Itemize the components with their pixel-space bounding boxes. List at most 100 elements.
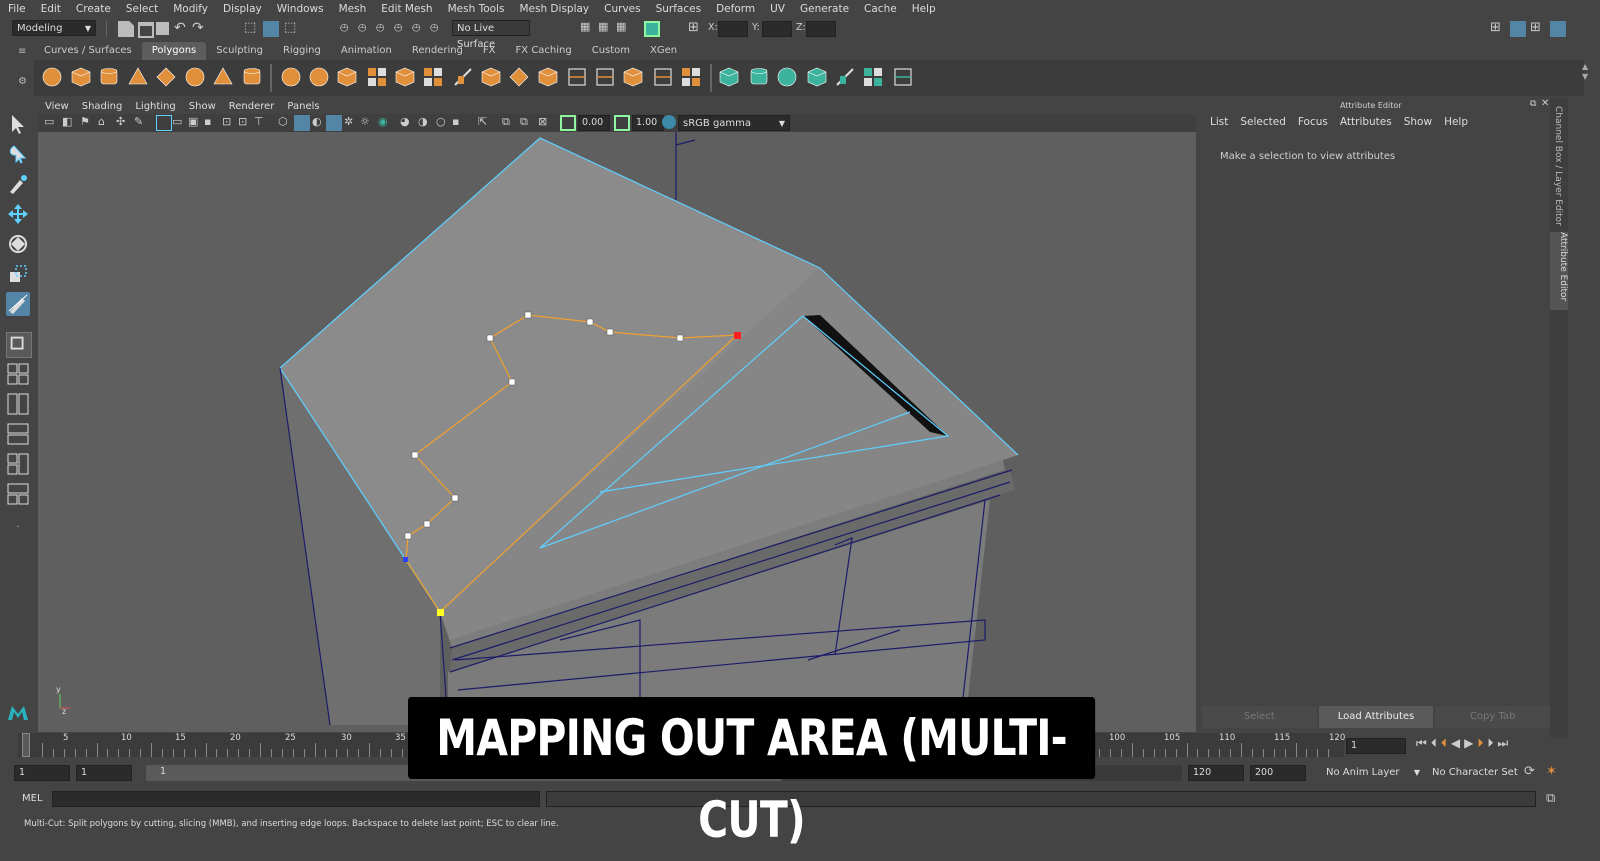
graph-editor-layout-icon[interactable] bbox=[6, 452, 30, 476]
use-all-lights-icon[interactable]: ☼ bbox=[360, 115, 370, 128]
viewport-menu-lighting[interactable]: Lighting bbox=[128, 101, 181, 112]
wireframe-icon[interactable]: ⬡ bbox=[278, 115, 288, 128]
viewport-menu-shading[interactable]: Shading bbox=[75, 101, 129, 112]
image-plane-icon[interactable]: ⌂ bbox=[98, 115, 105, 128]
transform-constraint-icon[interactable]: ⊞ bbox=[688, 20, 699, 35]
poly-cube-icon[interactable] bbox=[70, 66, 92, 88]
workspace-dropdown[interactable]: Modeling ▼ bbox=[12, 20, 96, 36]
float-panel-icon[interactable]: ⧉ bbox=[1530, 99, 1536, 109]
viewport-menu-renderer[interactable]: Renderer bbox=[222, 101, 281, 112]
go-to-start-icon[interactable]: ⏮ bbox=[1416, 736, 1431, 750]
snap-grid-icon[interactable]: ⦺ bbox=[340, 20, 348, 35]
current-time-marker[interactable] bbox=[22, 733, 30, 757]
shelf-tab-polygons[interactable]: Polygons bbox=[141, 42, 207, 60]
menu-create[interactable]: Create bbox=[68, 3, 118, 15]
resolution-gate-icon[interactable]: ▣ bbox=[188, 115, 198, 128]
shelf-tab-curves-surfaces[interactable]: Curves / Surfaces bbox=[34, 42, 142, 60]
color-management-icon[interactable] bbox=[662, 115, 676, 129]
menu-surfaces[interactable]: Surfaces bbox=[648, 3, 708, 15]
boolean-icon[interactable] bbox=[394, 66, 416, 88]
shelf-tab-fx[interactable]: FX bbox=[473, 42, 506, 60]
render-icon[interactable]: ▦ bbox=[580, 20, 590, 33]
select-button[interactable]: Select bbox=[1202, 706, 1317, 728]
save-scene-icon[interactable] bbox=[156, 22, 169, 35]
open-scene-icon[interactable] bbox=[138, 22, 154, 38]
grid-toggle-icon[interactable] bbox=[156, 115, 172, 131]
menu-windows[interactable]: Windows bbox=[269, 3, 331, 15]
poly-cylinder-icon[interactable] bbox=[98, 66, 120, 88]
safe-title-icon[interactable]: ⊤ bbox=[254, 115, 264, 128]
command-input[interactable] bbox=[52, 791, 540, 807]
go-to-end-icon[interactable]: ⏭ bbox=[1497, 736, 1512, 750]
textured-icon[interactable]: ✲ bbox=[344, 115, 353, 128]
gamma-icon[interactable] bbox=[614, 115, 630, 131]
snap-view-plane-icon[interactable]: ⦺ bbox=[394, 20, 402, 35]
more-tools-icon[interactable]: · bbox=[6, 516, 30, 540]
ambient-occlusion-icon[interactable]: ◕ bbox=[400, 115, 410, 128]
render-settings-icon[interactable]: ▦ bbox=[616, 20, 626, 33]
menu-cache[interactable]: Cache bbox=[856, 3, 904, 15]
grease-pencil-icon[interactable]: ✎ bbox=[134, 115, 143, 128]
planar-mapping-icon[interactable] bbox=[718, 66, 740, 88]
snap-point-icon[interactable]: ⦺ bbox=[376, 20, 384, 35]
z-field[interactable] bbox=[806, 21, 836, 37]
smooth-shade-icon[interactable] bbox=[294, 115, 310, 131]
viewport-menu-panels[interactable]: Panels bbox=[280, 101, 325, 112]
checker-map-icon[interactable] bbox=[862, 66, 884, 88]
safe-action-icon[interactable]: ⊡ bbox=[238, 115, 247, 128]
menu-modify[interactable]: Modify bbox=[165, 3, 215, 15]
poly-cone-icon[interactable] bbox=[127, 66, 149, 88]
four-view-layout-icon[interactable] bbox=[6, 362, 30, 386]
merge-icon[interactable] bbox=[422, 66, 444, 88]
shelf-tab-sculpting[interactable]: Sculpting bbox=[206, 42, 273, 60]
xray-icon[interactable]: ⧉ bbox=[502, 115, 510, 129]
shelf-menu-icon[interactable]: ≡ bbox=[18, 46, 26, 57]
shelf-tab-custom[interactable]: Custom bbox=[582, 42, 640, 60]
poly-sphere-icon[interactable] bbox=[41, 66, 63, 88]
poly-pyramid-icon[interactable] bbox=[212, 66, 234, 88]
channel-box-tab[interactable]: Channel Box / Layer Editor bbox=[1553, 106, 1563, 226]
exposure-field[interactable]: 0.00 bbox=[578, 115, 610, 131]
workspace-layout-icon[interactable]: ⊞ bbox=[1490, 20, 1501, 35]
playback-end-field[interactable]: 120 bbox=[1188, 765, 1244, 781]
menu-mesh[interactable]: Mesh bbox=[331, 3, 374, 15]
two-view-side-layout-icon[interactable] bbox=[6, 392, 30, 416]
view-transform-dropdown[interactable]: sRGB gamma ▼ bbox=[678, 115, 790, 131]
step-forward-key-icon[interactable]: ⏵ bbox=[1487, 736, 1497, 750]
character-set-dropdown[interactable]: No Character Set bbox=[1428, 765, 1518, 781]
combine-icon[interactable] bbox=[280, 66, 302, 88]
field-chart-icon[interactable]: ⊡ bbox=[222, 115, 231, 128]
target-weld-icon[interactable] bbox=[652, 66, 674, 88]
snap-surface-icon[interactable]: ⦺ bbox=[412, 20, 420, 35]
menu-uv[interactable]: UV bbox=[762, 3, 792, 15]
spherical-mapping-icon[interactable] bbox=[776, 66, 798, 88]
playback-start-field[interactable]: 1 bbox=[76, 765, 132, 781]
anim-layer-dropdown[interactable]: No Anim Layer ▼ bbox=[1322, 765, 1422, 781]
select-camera-icon[interactable]: ▭ bbox=[44, 115, 54, 128]
shelf-tab-xgen[interactable]: XGen bbox=[640, 42, 687, 60]
play-backwards-icon[interactable]: ◀ bbox=[1451, 736, 1464, 750]
shelf-tab-rigging[interactable]: Rigging bbox=[273, 42, 331, 60]
depth-of-field-icon[interactable]: ▪ bbox=[452, 115, 459, 128]
animation-preferences-icon[interactable]: ✶ bbox=[1546, 764, 1557, 779]
gate-mask-icon[interactable]: ▪ bbox=[204, 115, 211, 128]
camera-attributes-icon[interactable]: ◧ bbox=[62, 115, 72, 128]
smooth-icon[interactable] bbox=[366, 66, 388, 88]
x-field[interactable] bbox=[718, 21, 748, 37]
scale-tool-icon[interactable] bbox=[6, 262, 30, 286]
auto-key-icon[interactable]: ⟳ bbox=[1524, 764, 1535, 779]
shadows-icon[interactable]: ◉ bbox=[378, 115, 388, 128]
y-field[interactable] bbox=[762, 21, 792, 37]
separate-icon[interactable] bbox=[308, 66, 330, 88]
shelf-tab-fx-caching[interactable]: FX Caching bbox=[506, 42, 582, 60]
quad-draw-icon[interactable] bbox=[680, 66, 702, 88]
attr-menu-help[interactable]: Help bbox=[1440, 116, 1476, 128]
attribute-editor-tab[interactable]: Attribute Editor bbox=[1550, 232, 1568, 310]
redo-icon[interactable]: ↷ bbox=[192, 20, 204, 36]
attr-menu-show[interactable]: Show bbox=[1400, 116, 1440, 128]
script-editor-icon[interactable]: ⧉ bbox=[1546, 791, 1555, 806]
gamma-field[interactable]: 1.00 bbox=[632, 115, 664, 131]
lasso-tool-icon[interactable] bbox=[6, 142, 30, 166]
poly-torus-icon[interactable] bbox=[184, 66, 206, 88]
menu-select[interactable]: Select bbox=[118, 3, 165, 15]
